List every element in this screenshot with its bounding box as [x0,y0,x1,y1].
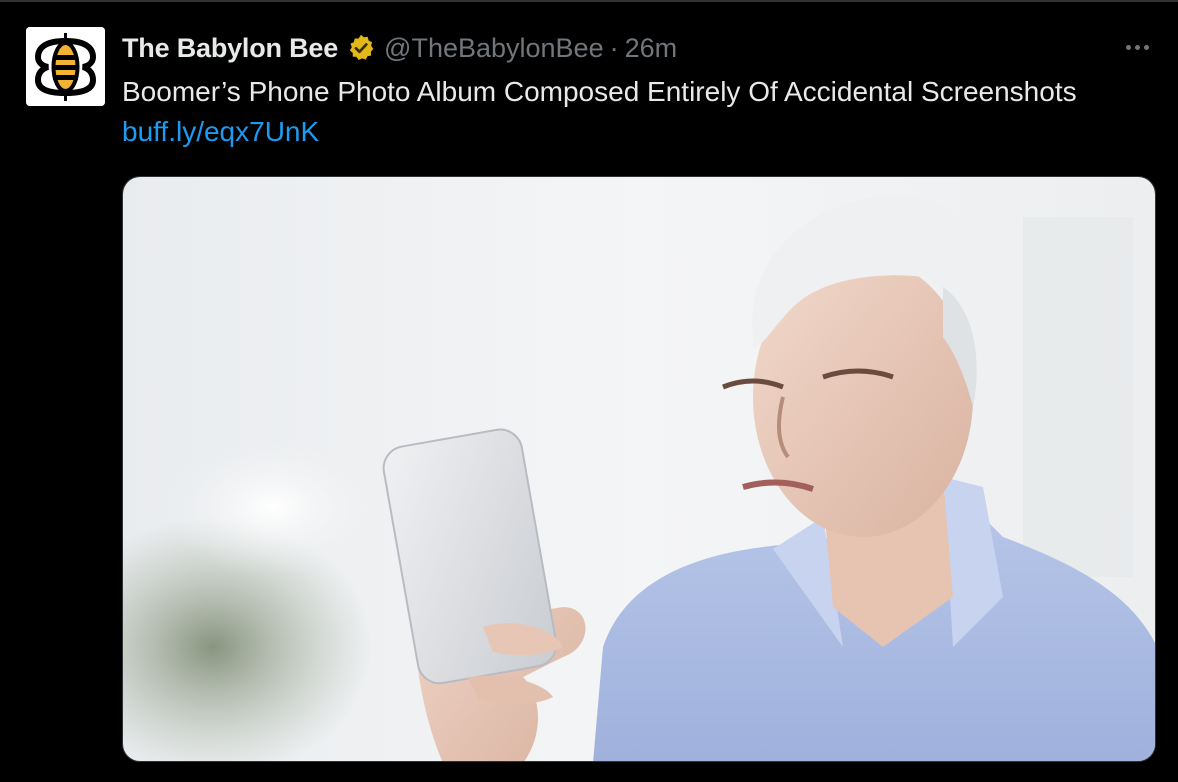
more-options-icon[interactable] [1122,32,1152,62]
tweet-text: Boomer’s Phone Photo Album Composed Enti… [122,72,1122,152]
verified-badge-icon[interactable] [346,33,376,63]
display-name[interactable]: The Babylon Bee [122,33,338,64]
tweet-link[interactable]: buff.ly/eqx7UnK [122,116,319,147]
photo-image [123,177,1155,761]
tweet[interactable]: The Babylon Bee @TheBabylonBee · 26m Boo… [0,0,1178,782]
avatar[interactable] [26,27,105,106]
tweet-media-image[interactable] [122,176,1156,762]
tweet-body: Boomer’s Phone Photo Album Composed Enti… [122,76,1077,107]
tweet-header: The Babylon Bee @TheBabylonBee · 26m [122,30,677,66]
timestamp[interactable]: 26m [625,33,678,64]
author-handle[interactable]: @TheBabylonBee [384,33,604,64]
bee-logo-icon [26,27,105,106]
separator-dot: · [609,32,619,63]
